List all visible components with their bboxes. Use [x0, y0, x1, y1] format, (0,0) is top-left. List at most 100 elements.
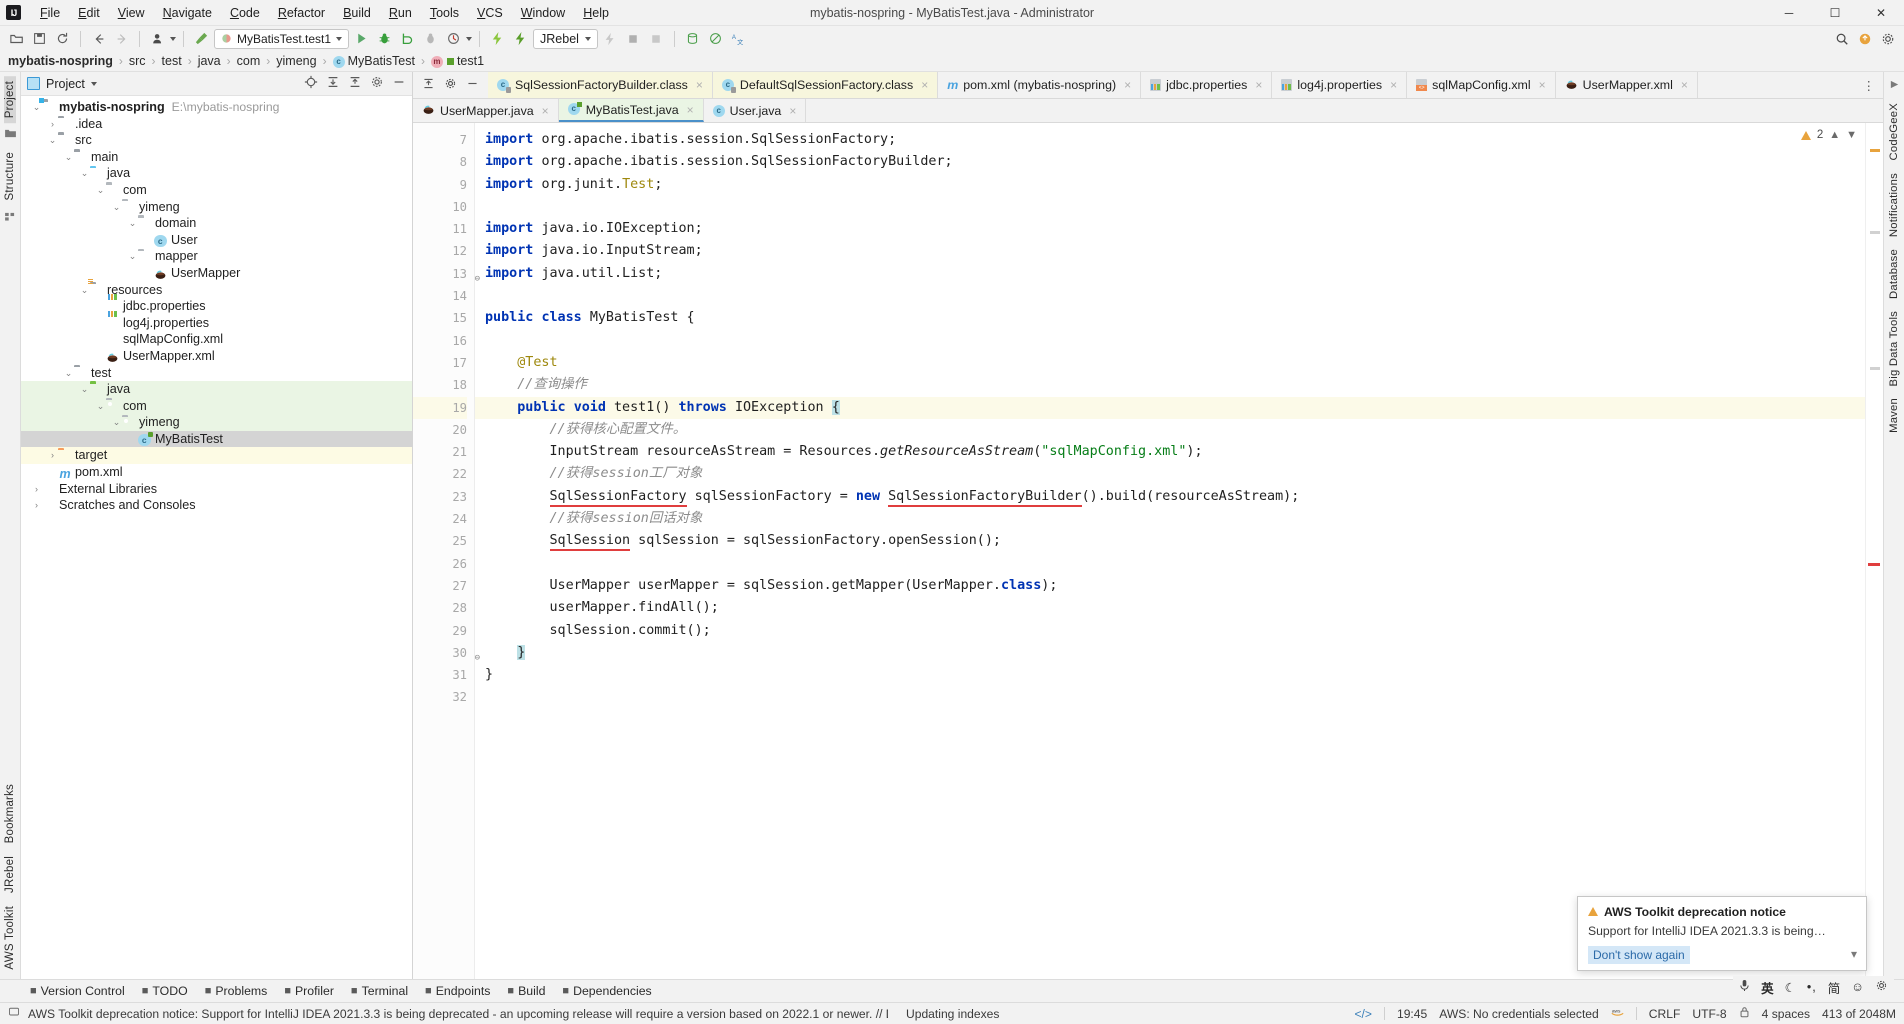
- arrow-right-icon[interactable]: [111, 28, 132, 49]
- chevron-down-icon[interactable]: ⌄: [47, 132, 58, 149]
- code-line[interactable]: import java.util.List;: [475, 263, 1883, 285]
- tree-node-scratches-and-consoles[interactable]: › Scratches and Consoles: [21, 497, 412, 514]
- save-icon[interactable]: [29, 28, 50, 49]
- tree-node-mybatis-nospring[interactable]: ⌄ mybatis-nospring E:\mybatis-nospring: [21, 99, 412, 116]
- toolwindow-version-control[interactable]: ■ Version Control: [30, 984, 125, 998]
- memory-indicator[interactable]: 413 of 2048M: [1822, 1007, 1896, 1021]
- code-line[interactable]: //获得核心配置文件。: [475, 419, 1883, 441]
- tree-node-yimeng[interactable]: ⌄ yimeng: [21, 199, 412, 216]
- line-separator-status[interactable]: CRLF: [1649, 1007, 1681, 1021]
- code-line[interactable]: import org.apache.ibatis.session.SqlSess…: [475, 151, 1883, 173]
- gear-icon[interactable]: [1877, 28, 1898, 49]
- tree-node-com[interactable]: ⌄ com: [21, 182, 412, 199]
- code-content[interactable]: import org.apache.ibatis.session.SqlSess…: [475, 123, 1883, 979]
- close-icon[interactable]: ×: [1539, 78, 1546, 92]
- code-line[interactable]: public void test1() throws IOException {: [475, 396, 1883, 419]
- code-line[interactable]: SqlSessionFactory sqlSessionFactory = ne…: [475, 486, 1883, 508]
- notification-balloon[interactable]: AWS Toolkit deprecation notice Support f…: [1577, 895, 1867, 971]
- code-line[interactable]: @Test: [475, 352, 1883, 374]
- search-icon[interactable]: [1831, 28, 1852, 49]
- code-line[interactable]: //获得session工厂对象: [475, 463, 1883, 485]
- aws-icon[interactable]: aws: [1611, 1007, 1624, 1021]
- chevron-down-icon[interactable]: ⌄: [79, 381, 90, 398]
- rail-bookmarks-button[interactable]: Bookmarks: [4, 779, 16, 848]
- more-tabs-icon[interactable]: ⋮: [1855, 72, 1884, 98]
- toolwindow-problems[interactable]: ■ Problems: [205, 984, 268, 998]
- breadcrumb-item-yimeng[interactable]: yimeng: [276, 54, 316, 68]
- chevron-up-icon[interactable]: ▲: [1829, 129, 1840, 141]
- menu-vcs[interactable]: VCS: [468, 3, 512, 23]
- chevron-down-icon[interactable]: ⌄: [63, 149, 74, 166]
- chevron-down-icon[interactable]: ▼: [1846, 129, 1857, 141]
- chevron-down-icon[interactable]: [90, 81, 97, 86]
- editor-marker-bar[interactable]: [1865, 123, 1883, 979]
- close-icon[interactable]: ×: [1124, 78, 1131, 92]
- user-profile-icon[interactable]: [147, 28, 168, 49]
- coverage-icon[interactable]: [397, 28, 418, 49]
- tree-node-yimeng[interactable]: ⌄ yimeng: [21, 414, 412, 431]
- maximize-button[interactable]: ☐: [1812, 0, 1858, 26]
- error-marker[interactable]: [1868, 563, 1880, 566]
- tree-node-mapper[interactable]: ⌄ mapper: [21, 248, 412, 265]
- menu-window[interactable]: Window: [512, 3, 574, 23]
- close-icon[interactable]: ×: [1255, 78, 1262, 92]
- breadcrumb-item-com[interactable]: com: [237, 54, 261, 68]
- dots-icon[interactable]: •,: [1807, 980, 1817, 994]
- tree-node--idea[interactable]: › .idea: [21, 116, 412, 133]
- code-line[interactable]: SqlSession sqlSession = sqlSessionFactor…: [475, 530, 1883, 552]
- code-line[interactable]: import org.junit.Test;: [475, 174, 1883, 196]
- profile-dropdown-caret-icon[interactable]: [170, 36, 176, 41]
- code-line[interactable]: //获得session回话对象: [475, 508, 1883, 530]
- tree-node-sqlmapconfig-xml[interactable]: sqlMapConfig.xml: [21, 331, 412, 348]
- code-line[interactable]: [475, 330, 1883, 352]
- editor-tab-sqlsessionfactorybuilder.class[interactable]: c SqlSessionFactoryBuilder.class ×: [488, 72, 713, 98]
- chevron-down-icon[interactable]: ⌄: [127, 248, 138, 265]
- menu-edit[interactable]: Edit: [69, 3, 109, 23]
- tree-node-user[interactable]: c User: [21, 232, 412, 249]
- chevron-down-icon[interactable]: ⌄: [127, 215, 138, 232]
- database-icon[interactable]: [682, 28, 703, 49]
- ime-language[interactable]: 英: [1761, 978, 1774, 997]
- code-line[interactable]: import java.io.InputStream;: [475, 240, 1883, 262]
- close-icon[interactable]: ×: [687, 103, 694, 117]
- chevron-down-icon[interactable]: ⌄: [95, 398, 106, 415]
- editor-tab-mybatistest.java[interactable]: c MyBatisTest.java ×: [558, 99, 704, 122]
- moon-icon[interactable]: ☾: [1785, 980, 1796, 995]
- editor-tab-usermapper.xml[interactable]: UserMapper.xml ×: [1556, 72, 1698, 98]
- code-line[interactable]: [475, 196, 1883, 218]
- code-line[interactable]: import java.io.IOException;: [475, 218, 1883, 240]
- code-line[interactable]: sqlSession.commit();: [475, 620, 1883, 642]
- gear-icon[interactable]: [444, 77, 457, 93]
- breadcrumb-item-mybatis-nospring[interactable]: mybatis-nospring: [8, 54, 113, 68]
- collapse-all-icon[interactable]: [422, 77, 435, 93]
- chevron-down-icon[interactable]: [466, 36, 473, 41]
- code-line[interactable]: //查询操作: [475, 374, 1883, 396]
- jrebel-selector[interactable]: JRebel: [533, 28, 598, 49]
- jrebel-debug-icon[interactable]: [510, 28, 531, 49]
- code-line[interactable]: }: [475, 664, 1883, 686]
- close-icon[interactable]: ×: [542, 104, 549, 118]
- toolwindow-dependencies[interactable]: ■ Dependencies: [562, 984, 651, 998]
- target-crosshair-icon[interactable]: [304, 75, 318, 92]
- rail-notifications-button[interactable]: Notifications: [1888, 168, 1900, 242]
- close-icon[interactable]: ×: [921, 78, 928, 92]
- minimize-button[interactable]: ─: [1766, 0, 1812, 26]
- smiley-icon[interactable]: ☺: [1851, 980, 1864, 994]
- run-configuration-selector[interactable]: MyBatisTest.test1: [214, 28, 350, 49]
- dont-show-again-link[interactable]: Don't show again: [1588, 946, 1690, 964]
- toolwindow-build[interactable]: ■ Build: [507, 984, 545, 998]
- gear-icon[interactable]: [1875, 979, 1888, 995]
- menu-tools[interactable]: Tools: [421, 3, 468, 23]
- collapse-all-icon[interactable]: [348, 75, 362, 92]
- tree-node-resources[interactable]: ⌄ resources: [21, 282, 412, 299]
- toolwindow-todo[interactable]: ■ TODO: [142, 984, 188, 998]
- tree-node-main[interactable]: ⌄ main: [21, 149, 412, 166]
- close-icon[interactable]: ×: [1390, 78, 1397, 92]
- rail-structure-button[interactable]: Structure: [4, 147, 16, 205]
- editor-tab-sqlmapconfig.xml[interactable]: <> sqlMapConfig.xml ×: [1407, 72, 1556, 98]
- stop-square-icon[interactable]: [623, 28, 644, 49]
- tree-node-pom-xml[interactable]: m pom.xml: [21, 464, 412, 481]
- code-line[interactable]: [475, 553, 1883, 575]
- menu-file[interactable]: File: [31, 3, 69, 23]
- rail-codegeex-button[interactable]: CodeGeeX: [1888, 98, 1900, 166]
